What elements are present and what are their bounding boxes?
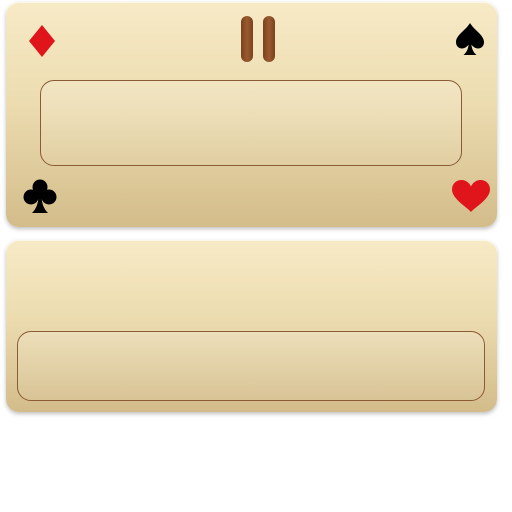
bottom-panel [6,240,497,412]
heart-icon [451,179,491,213]
top-text-slot [40,80,462,166]
pause-bar-left [241,16,253,62]
top-panel [6,2,497,227]
diamond-icon [28,24,56,58]
game-screen [0,0,512,512]
bottom-text-slot [17,331,485,401]
pause-button[interactable] [240,16,276,62]
spade-icon [455,22,485,56]
club-icon [22,178,58,214]
pause-bar-right [263,16,275,62]
